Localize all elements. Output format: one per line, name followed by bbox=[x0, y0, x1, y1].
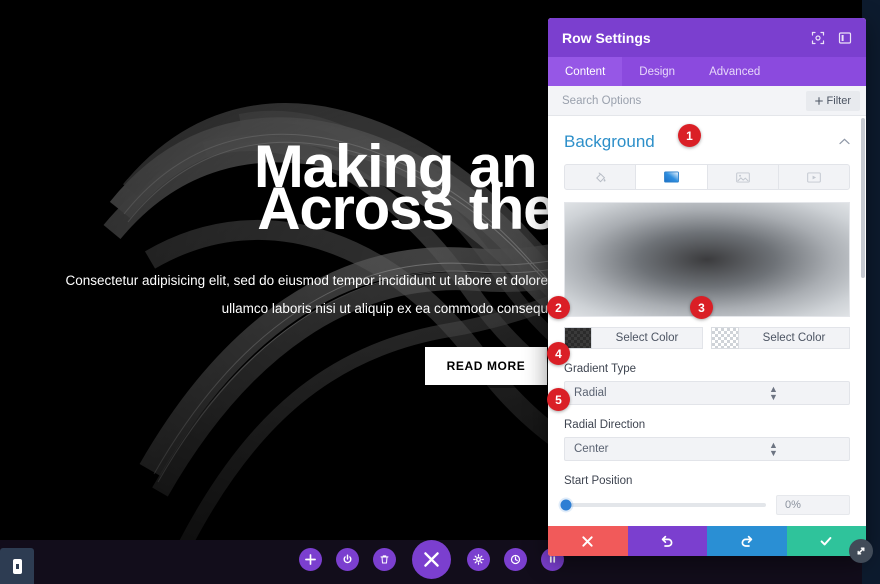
close-x-icon bbox=[582, 535, 593, 547]
delete-button[interactable] bbox=[372, 548, 396, 571]
gradient-color-stop-1: Select Color bbox=[564, 327, 703, 349]
app-root: Making an Impact Across the Globe Consec… bbox=[0, 0, 880, 584]
radial-direction-select[interactable]: Center ▲ ▼ bbox=[564, 437, 850, 461]
chevron-up-icon[interactable] bbox=[839, 136, 850, 148]
undo-button[interactable] bbox=[627, 526, 707, 556]
background-image-tab[interactable] bbox=[708, 165, 779, 189]
clock-icon bbox=[510, 554, 520, 565]
start-position-slider[interactable] bbox=[560, 499, 766, 511]
gradient-color-stop-2: Select Color bbox=[711, 327, 850, 349]
color-swatch-1[interactable] bbox=[564, 327, 592, 349]
tab-advanced[interactable]: Advanced bbox=[692, 57, 777, 86]
panel-tabs: Content Design Advanced bbox=[548, 57, 866, 86]
panel-body: Background Select Color Select Color Gra… bbox=[548, 116, 866, 526]
gradient-type-select[interactable]: Radial ▲ ▼ bbox=[564, 381, 850, 405]
background-video-tab[interactable] bbox=[779, 165, 849, 189]
radial-direction-label: Radial Direction bbox=[564, 419, 646, 431]
redo-button[interactable] bbox=[707, 526, 787, 556]
chevron-updown-icon: ▲ ▼ bbox=[769, 439, 778, 458]
redo-icon bbox=[741, 535, 752, 547]
callout-badge-1: 1 bbox=[678, 124, 701, 147]
mobile-device-icon bbox=[12, 558, 22, 574]
background-type-tabs bbox=[564, 164, 850, 190]
plus-icon bbox=[814, 96, 823, 105]
background-color-tab[interactable] bbox=[565, 165, 637, 189]
gear-icon bbox=[472, 554, 484, 565]
filter-button-label: Filter bbox=[826, 94, 851, 107]
panel-scrollbar[interactable] bbox=[861, 118, 865, 278]
undo-icon bbox=[662, 535, 673, 547]
select-color-button-1[interactable]: Select Color bbox=[592, 327, 703, 349]
search-row: Filter bbox=[548, 86, 866, 116]
plus-icon bbox=[304, 554, 316, 565]
gradient-type-label: Gradient Type bbox=[564, 363, 637, 375]
add-section-button[interactable] bbox=[298, 548, 322, 571]
wireframe-toggle-button[interactable] bbox=[335, 548, 359, 571]
panel-header-actions bbox=[810, 30, 852, 45]
panel-action-bar bbox=[548, 526, 866, 556]
close-builder-button[interactable] bbox=[411, 540, 451, 579]
gradient-type-value: Radial bbox=[574, 387, 607, 399]
video-icon bbox=[807, 171, 821, 183]
callout-badge-2: 2 bbox=[547, 296, 570, 319]
start-position-field: Start Position 0% bbox=[560, 475, 850, 515]
filter-button[interactable]: Filter bbox=[805, 90, 860, 111]
callout-badge-3: 3 bbox=[690, 296, 713, 319]
gradient-icon bbox=[663, 171, 679, 183]
paint-bucket-icon bbox=[595, 172, 606, 182]
gradient-color-stops: Select Color Select Color bbox=[564, 327, 850, 349]
search-input[interactable] bbox=[562, 94, 806, 107]
start-position-label: Start Position bbox=[564, 475, 633, 487]
section-title: Background bbox=[564, 132, 655, 151]
callout-badge-5: 5 bbox=[547, 388, 570, 411]
panel-layout-icon[interactable] bbox=[837, 30, 852, 45]
start-position-value[interactable]: 0% bbox=[776, 495, 850, 515]
image-icon bbox=[735, 171, 750, 183]
callout-badge-4: 4 bbox=[547, 342, 570, 365]
mobile-device-preview-button[interactable] bbox=[0, 548, 34, 584]
cancel-button[interactable] bbox=[548, 526, 628, 556]
row-settings-panel: Row Settings Content Design Advanced Fil… bbox=[548, 18, 866, 556]
panel-title: Row Settings bbox=[562, 29, 651, 46]
radial-direction-value: Center bbox=[574, 443, 609, 455]
panel-resize-handle[interactable] bbox=[849, 539, 873, 563]
start-position-knob[interactable] bbox=[560, 499, 572, 511]
close-x-icon bbox=[423, 552, 439, 567]
tab-content[interactable]: Content bbox=[548, 57, 623, 86]
tab-design[interactable]: Design bbox=[622, 57, 692, 86]
chevron-updown-icon: ▲ ▼ bbox=[769, 383, 778, 402]
read-more-button[interactable]: READ MORE bbox=[424, 346, 548, 385]
history-button[interactable] bbox=[503, 548, 527, 571]
checkmark-icon bbox=[820, 537, 832, 546]
background-gradient-tab[interactable] bbox=[636, 165, 708, 189]
select-color-button-2[interactable]: Select Color bbox=[739, 327, 850, 349]
background-section-header[interactable]: Background bbox=[564, 116, 850, 164]
expand-fullscreen-icon[interactable] bbox=[810, 30, 825, 45]
radial-direction-field: Radial Direction Center ▲ ▼ bbox=[564, 419, 850, 461]
diagonal-resize-icon bbox=[857, 547, 865, 555]
power-icon bbox=[343, 554, 351, 564]
trash-icon bbox=[380, 555, 388, 564]
color-swatch-2[interactable] bbox=[711, 327, 739, 349]
gradient-type-field: Gradient Type Radial ▲ ▼ bbox=[564, 363, 850, 405]
settings-button[interactable] bbox=[466, 548, 490, 571]
panel-header: Row Settings bbox=[548, 18, 866, 57]
